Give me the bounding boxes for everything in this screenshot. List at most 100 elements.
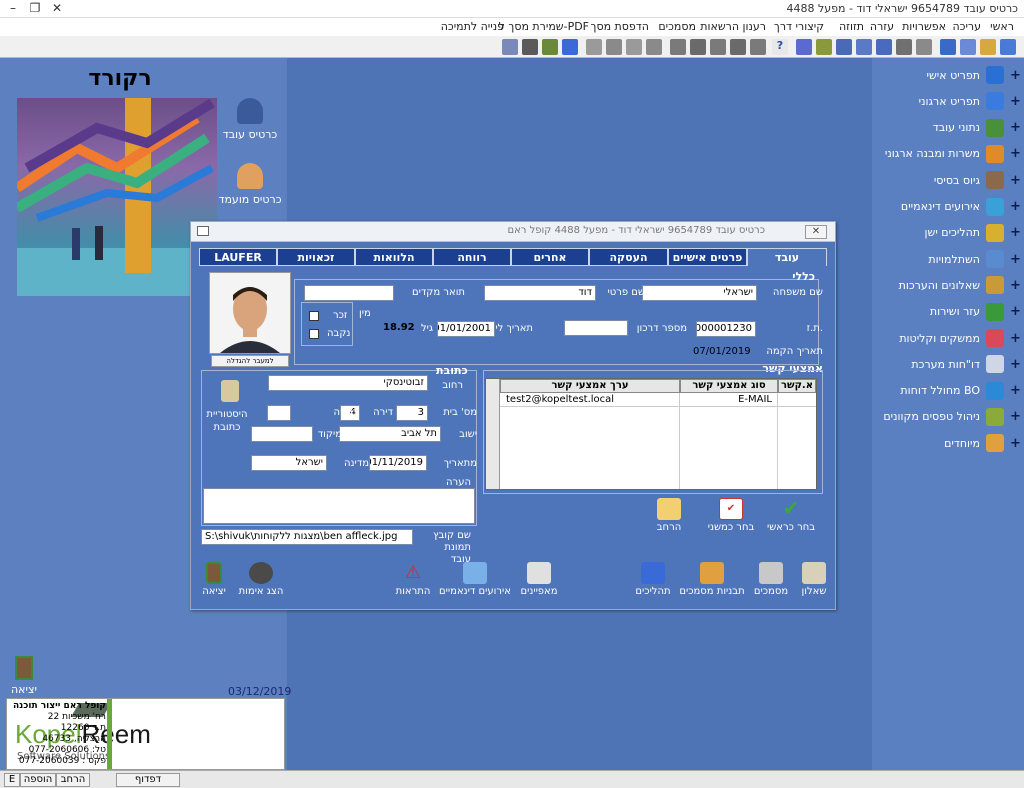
table-row[interactable]: E-MAIL test2@kopeltest.local [500,393,816,407]
tab-entitlements[interactable]: זכאויות [277,248,355,266]
from-date-field[interactable]: 01/11/2019 [369,455,427,471]
page-status[interactable]: דפדוף [116,773,180,787]
sidebar-item[interactable]: תפריט אישי + [872,64,1021,86]
prev-title-field[interactable] [304,285,394,301]
document-templates-button[interactable]: תבניות מסמכים [679,562,745,597]
sidebar-item[interactable]: משרות ומבנה ארגוני + [872,143,1021,165]
exit-button[interactable]: יציאה [4,656,44,696]
menu-save-pdf[interactable]: שמירת מסך ל-PDF [499,20,589,33]
toolbar-icon[interactable] [796,39,812,55]
expand-plus-icon[interactable]: + [1010,409,1021,424]
hourglass-icon[interactable] [221,380,239,402]
help-icon[interactable]: ? [772,39,788,55]
toolbar-icon[interactable] [670,39,686,55]
expand-plus-icon[interactable]: + [1010,357,1021,372]
copy-icon[interactable] [502,39,518,55]
menu-main[interactable]: ראשי [990,20,1014,33]
sidebar-item[interactable]: שאלונים והערכות + [872,274,1021,296]
expand-plus-icon[interactable]: + [1010,120,1021,135]
sidebar-item[interactable]: מחולל דוחות BO + [872,380,1021,402]
employee-card-button[interactable]: כרטיס עובד [218,98,282,141]
expand-plus-icon[interactable]: + [1010,68,1021,83]
menu-edit[interactable]: עריכה [952,20,981,33]
toolbar-icon[interactable] [960,39,976,55]
add-status[interactable]: הוספה [20,773,56,787]
toolbar-icon[interactable] [626,39,642,55]
processes-button[interactable]: תהליכים [631,562,675,597]
toolbar-icon[interactable] [980,39,996,55]
menu-support[interactable]: פנייה לתמיכה [441,20,504,33]
expand-plus-icon[interactable]: + [1010,252,1021,267]
photo-file-field[interactable]: S:\shivuk\מצגות ללקוחות\ben affleck.jpg [201,529,413,545]
tab-others[interactable]: אחרים [511,248,589,266]
refresh-icon[interactable] [562,39,578,55]
employee-photo[interactable] [209,272,291,354]
expand-plus-icon[interactable]: + [1010,94,1021,109]
candidate-card-button[interactable]: כרטיס מועמד [218,163,282,206]
expand-plus-icon[interactable]: + [1010,383,1021,398]
documents-button[interactable]: מסמכים [751,562,791,597]
select-main-button[interactable]: ✔ בחר כראשי [763,498,819,533]
sidebar-item[interactable]: ממשקים וקליטות + [872,327,1021,349]
sidebar-item[interactable]: תפריט ארגוני + [872,90,1021,112]
col-contact-value[interactable]: ערך אמצעי קשר [500,379,680,393]
toolbar-icon[interactable] [730,39,746,55]
expand-plus-icon[interactable]: + [1010,225,1021,240]
toolbar-icon[interactable] [750,39,766,55]
birth-date-field[interactable]: 01/01/2001 [437,321,495,337]
sidebar-item[interactable]: השתלמויות + [872,248,1021,270]
toolbar-icon[interactable] [916,39,932,55]
expand-status[interactable]: הרחב [56,773,90,787]
expand-plus-icon[interactable]: + [1010,173,1021,188]
restore-icon[interactable]: ❐ [28,1,42,15]
toolbar-icon[interactable] [816,39,832,55]
expand-plus-icon[interactable]: + [1010,199,1021,214]
dialog-close-button[interactable]: ✕ [805,225,827,239]
sidebar-item[interactable]: גיוס בסיסי + [872,169,1021,191]
city-field[interactable]: תל אביב [339,426,441,442]
toolbar-icon[interactable] [856,39,872,55]
dialog-exit-button[interactable]: יציאה [199,562,229,597]
female-checkbox[interactable] [309,329,319,339]
toolbar-icon[interactable] [836,39,852,55]
expand-plus-icon[interactable]: + [1010,146,1021,161]
photo-enlarge-button[interactable]: למעבר להגדלה [211,355,289,367]
street-field[interactable]: זבוטינסקי [268,375,428,391]
dynamic-events-button[interactable]: אירועים דינאמיים [439,562,511,597]
grid-scrollbar[interactable] [486,379,500,489]
close-icon[interactable]: ✕ [50,1,64,15]
select-secondary-button[interactable]: ✔ בחר כמשני [703,498,759,533]
expand-plus-icon[interactable]: + [1010,278,1021,293]
expand-plus-icon[interactable]: + [1010,436,1021,451]
sidebar-item[interactable]: עזר ושירות + [872,301,1021,323]
menu-documents[interactable]: מסמכים [658,20,696,33]
tab-loans[interactable]: הלוואות [355,248,433,266]
sidebar-item[interactable]: אירועים דינאמיים + [872,196,1021,218]
toolbar-icon[interactable] [1000,39,1016,55]
menu-refresh-permissions[interactable]: רענון הרשאות [700,20,766,33]
last-name-field[interactable]: ישראלי [642,285,757,301]
toolbar-icon[interactable] [646,39,662,55]
questionnaire-button[interactable]: שאלון [797,562,831,597]
house-field[interactable]: 3 [396,405,428,421]
cut-icon[interactable] [522,39,538,55]
toolbar-icon[interactable] [876,39,892,55]
toolbar-icon[interactable] [606,39,622,55]
zip-field[interactable] [251,426,313,442]
toolbar-icon[interactable] [710,39,726,55]
toolbar-icon[interactable] [690,39,706,55]
expand-button[interactable]: הרחב [647,498,691,533]
menu-shortcuts[interactable]: קיצורי דרך [774,20,824,33]
first-name-field[interactable]: דוד [484,285,596,301]
sidebar-item[interactable]: נתוני עובד + [872,117,1021,139]
minimize-icon[interactable]: – [6,1,20,15]
menu-print-screen[interactable]: הדפסת מסך [591,20,649,33]
sidebar-item[interactable]: דו"חות מערכת + [872,353,1021,375]
passport-field[interactable] [564,320,628,336]
sidebar-item[interactable]: ניהול טפסים מקוונים + [872,406,1021,428]
male-checkbox[interactable] [309,311,319,321]
expand-plus-icon[interactable]: + [1010,304,1021,319]
country-field[interactable]: ישראל [251,455,327,471]
alerts-button[interactable]: ⚠ התראות [391,562,435,597]
menu-help[interactable]: עזרה [870,20,894,33]
